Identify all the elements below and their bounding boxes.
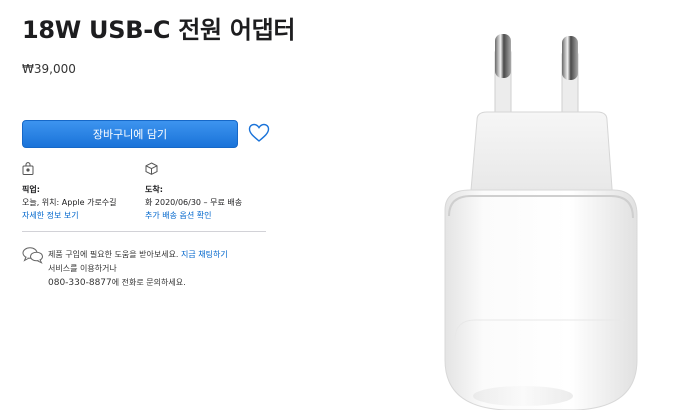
divider [22,231,266,232]
help-section: 제품 구입에 필요한 도움을 받아보세요. 지금 채팅하기 서비스를 이용하거나… [48,248,228,290]
heart-icon[interactable] [248,123,270,143]
product-price: ₩39,000 [22,62,76,76]
phone-number: 080-330-8877 [48,278,112,288]
add-to-bag-button[interactable]: 장바구니에 담기 [22,120,238,148]
help-call-text: 에 전화로 문의하세요. [111,278,186,287]
pickup-label: 픽업: [22,185,40,194]
delivery-label: 도착: [145,185,163,194]
chat-bubbles-icon [22,246,44,268]
box-icon [145,162,242,179]
help-text: 제품 구입에 필요한 도움을 받아보세요. [48,250,179,259]
pickup-info: 픽업: 오늘, 위치: Apple 가로수길 자세한 정보 보기 [22,162,117,222]
chat-now-link[interactable]: 지금 채팅하기 [181,250,228,259]
product-image [415,20,665,414]
delivery-options-link[interactable]: 추가 배송 옵션 확인 [145,209,242,222]
pickup-details-link[interactable]: 자세한 정보 보기 [22,209,117,222]
delivery-date: 화 2020/06/30 – 무료 배송 [145,198,243,207]
help-service-text: 서비스를 이용하거나 [48,264,117,273]
product-title: 18W USB-C 전원 어댑터 [22,16,296,44]
delivery-info: 도착: 화 2020/06/30 – 무료 배송 추가 배송 옵션 확인 [145,162,242,222]
bag-icon [22,162,117,179]
pickup-location: 오늘, 위치: Apple 가로수길 [22,198,117,207]
